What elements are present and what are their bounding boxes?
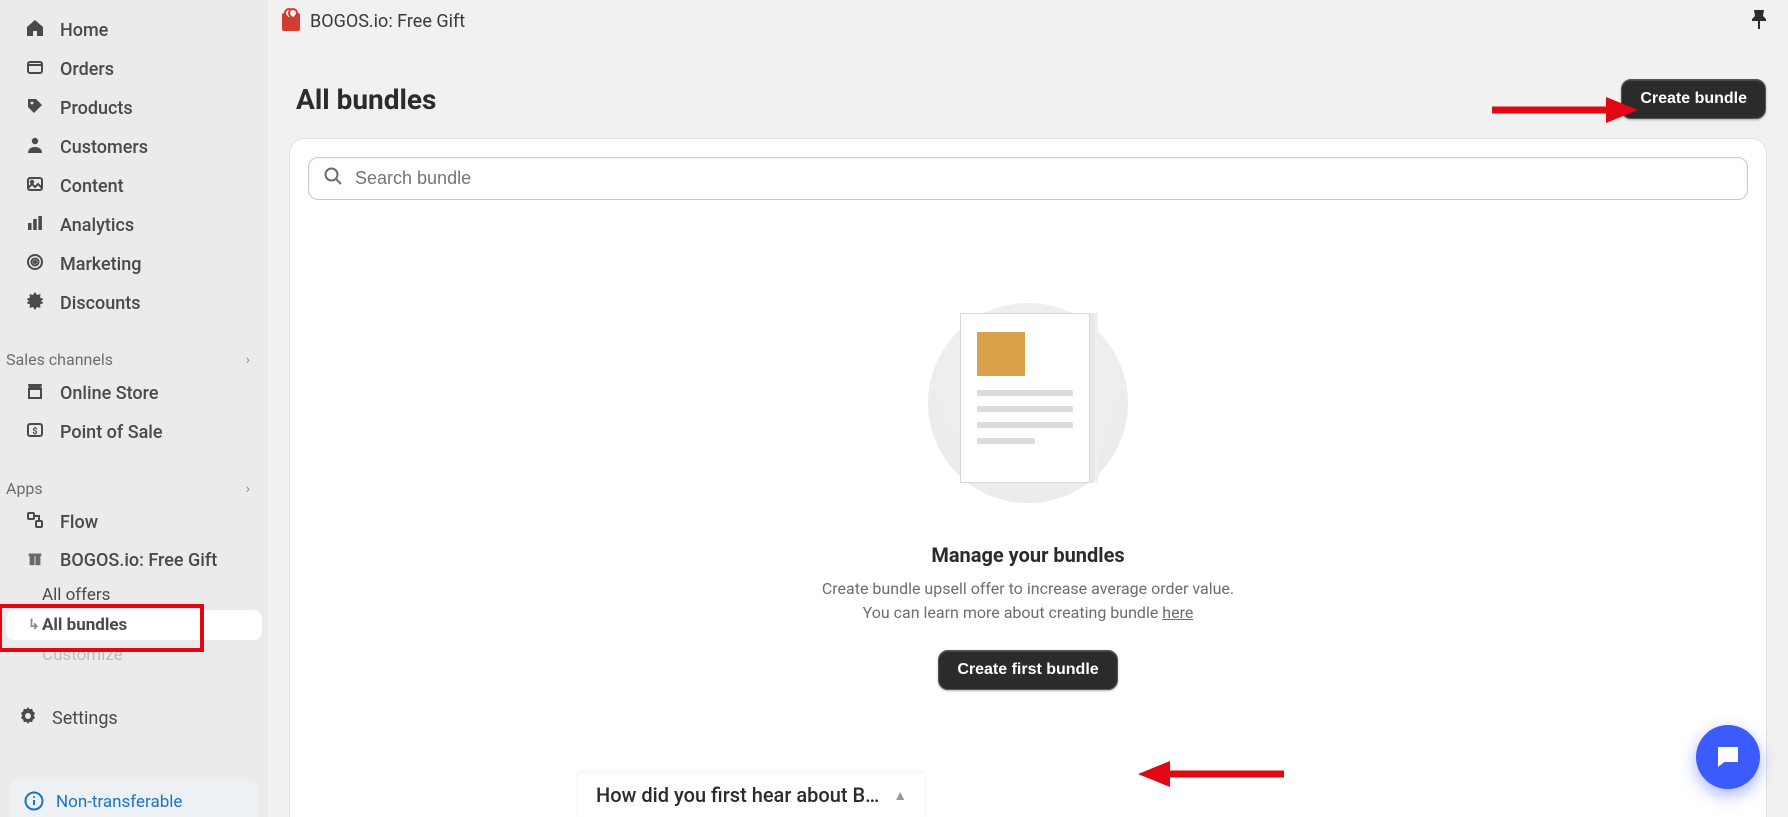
sidebar-item-bogos[interactable]: BOGOS.io: Free Gift [6,543,262,578]
chat-fab[interactable] [1696,725,1760,789]
sidebar-item-discounts[interactable]: Discounts [6,285,262,322]
settings-label: Settings [52,708,118,729]
chat-icon [1713,742,1743,772]
pin-icon[interactable] [1750,8,1768,35]
content-card: Manage your bundles Create bundle upsell… [290,139,1766,817]
svg-text:$: $ [32,426,37,437]
home-icon [24,18,46,43]
sub-item-label: All offers [42,585,110,605]
sidebar-item-label: BOGOS.io: Free Gift [60,550,217,571]
sidebar-item-customers[interactable]: Customers [6,129,262,166]
search-bundle[interactable] [308,157,1748,200]
apps-header[interactable]: Apps › [0,471,268,504]
sidebar-item-label: Marketing [60,254,141,275]
chevron-right-icon: › [246,481,250,497]
sidebar-item-settings[interactable]: Settings [0,698,268,739]
preview-line1: Non-transferable [56,791,200,814]
search-icon [323,166,343,191]
sidebar-scroll[interactable]: Home Orders Products Customers Content [0,0,268,817]
sidebar-item-label: Analytics [60,215,134,236]
orders-icon [24,57,46,82]
learn-more-link[interactable]: here [1162,603,1193,622]
sub-item-all-offers[interactable]: All offers [0,580,268,610]
sidebar-item-label: Customers [60,137,148,158]
create-first-bundle-button[interactable]: Create first bundle [938,650,1117,690]
sub-item-label: All bundles [42,615,127,635]
customers-icon [24,135,46,160]
sidebar-item-orders[interactable]: Orders [6,51,262,88]
sidebar-item-analytics[interactable]: Analytics [6,207,262,244]
empty-title: Manage your bundles [931,543,1124,567]
chevron-right-icon: › [246,352,250,368]
gift-icon [282,13,300,31]
sidebar: Home Orders Products Customers Content [0,0,268,817]
sub-arrow-icon: ↳ [28,617,40,633]
create-bundle-button[interactable]: Create bundle [1621,79,1766,119]
sidebar-item-products[interactable]: Products [6,90,262,127]
triangle-up-icon: ▲ [893,787,907,804]
main-area: BOGOS.io: Free Gift All bundles Create b… [268,0,1788,817]
page-header: All bundles Create bundle [268,39,1788,139]
topbar: BOGOS.io: Free Gift [268,0,1788,39]
info-icon [24,791,44,816]
sidebar-item-label: Discounts [60,293,141,314]
annotation-arrow-top [1488,97,1638,123]
sidebar-item-label: Content [60,176,124,197]
search-input[interactable] [355,168,1733,189]
sub-item-label: Customize [42,645,123,665]
sidebar-item-pos[interactable]: $ Point of Sale [6,414,262,451]
bogos-icon [24,549,46,572]
sidebar-item-label: Home [60,20,108,41]
analytics-icon [24,213,46,238]
products-icon [24,96,46,121]
app-title: BOGOS.io: Free Gift [310,11,465,32]
pos-icon: $ [24,420,46,445]
sidebar-item-label: Orders [60,59,114,80]
sidebar-item-label: Online Store [60,383,158,404]
gear-icon [18,706,38,731]
annotation-arrow-center [1138,761,1288,787]
empty-state: Manage your bundles Create bundle upsell… [308,200,1748,793]
section-label: Sales channels [6,350,113,369]
empty-illustration [928,303,1128,503]
section-label: Apps [6,479,43,498]
flow-icon [24,510,46,535]
sidebar-item-content[interactable]: Content [6,168,262,205]
sub-item-all-bundles[interactable]: ↳ All bundles [6,610,262,640]
sales-channels-header[interactable]: Sales channels › [0,342,268,375]
survey-prompt[interactable]: How did you first hear about B… ▲ [578,773,925,817]
discounts-icon [24,291,46,316]
sidebar-item-marketing[interactable]: Marketing [6,246,262,283]
sub-item-customize[interactable]: Customize [0,640,268,670]
prompt-text: How did you first hear about B… [596,783,879,807]
sidebar-item-flow[interactable]: Flow [6,504,262,541]
page-title: All bundles [296,83,436,116]
marketing-icon [24,252,46,277]
sidebar-item-label: Products [60,98,133,119]
sidebar-item-label: Point of Sale [60,422,163,443]
store-icon [24,381,46,406]
sidebar-item-label: Flow [60,512,98,533]
sidebar-item-online-store[interactable]: Online Store [6,375,262,412]
preview-banner: Non-transferable Global Nav preview [10,779,258,817]
empty-description: Create bundle upsell offer to increase a… [822,577,1234,623]
sidebar-item-home[interactable]: Home [6,12,262,49]
content-icon [24,174,46,199]
